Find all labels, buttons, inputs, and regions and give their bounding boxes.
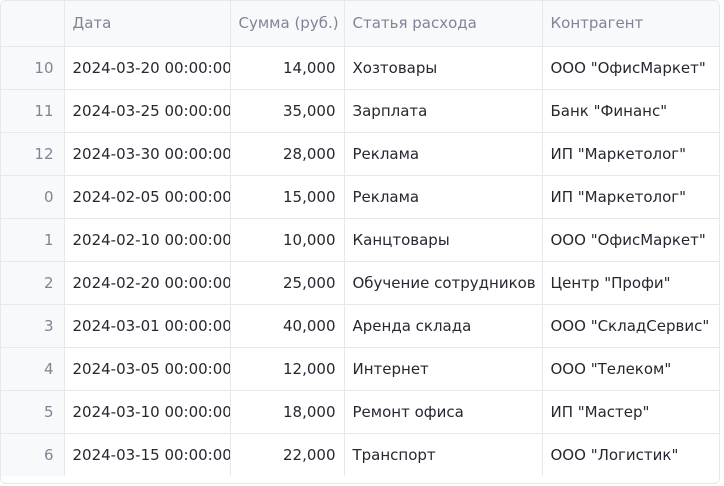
date-column-header[interactable]: Дата xyxy=(64,1,231,47)
amount-cell[interactable]: 40,000 xyxy=(230,304,345,348)
counterparty-cell[interactable]: ИП "Маркетолог" xyxy=(542,132,719,176)
date-cell[interactable]: 2024-03-30 00:00:00 xyxy=(64,132,231,176)
date-cell[interactable]: 2024-03-15 00:00:00 xyxy=(64,433,231,476)
date-cell[interactable]: 2024-03-20 00:00:00 xyxy=(64,46,231,90)
counterparty-cell[interactable]: ООО "Логистик" xyxy=(542,433,719,476)
row-index-cell: 11 xyxy=(1,89,65,133)
index-column-header xyxy=(1,1,65,47)
expense-item-cell[interactable]: Хозтовары xyxy=(344,46,543,90)
row-index-cell: 0 xyxy=(1,175,65,219)
expense-item-cell[interactable]: Обучение сотрудников xyxy=(344,261,543,305)
row-index-cell: 1 xyxy=(1,218,65,262)
table-row: 1 2024-02-10 00:00:00 10,000 Канцтовары … xyxy=(1,218,719,262)
table-body: 10 2024-03-20 00:00:00 14,000 Хозтовары … xyxy=(1,46,719,476)
amount-column-header[interactable]: Сумма (руб.) xyxy=(230,1,345,47)
expense-item-cell[interactable]: Реклама xyxy=(344,132,543,176)
counterparty-cell[interactable]: ООО "Телеком" xyxy=(542,347,719,391)
counterparty-cell[interactable]: ИП "Мастер" xyxy=(542,390,719,434)
table-row: 11 2024-03-25 00:00:00 35,000 Зарплата Б… xyxy=(1,89,719,133)
row-index-cell: 12 xyxy=(1,132,65,176)
date-cell[interactable]: 2024-03-25 00:00:00 xyxy=(64,89,231,133)
row-index-cell: 2 xyxy=(1,261,65,305)
amount-cell[interactable]: 22,000 xyxy=(230,433,345,476)
table-row: 4 2024-03-05 00:00:00 12,000 Интернет ОО… xyxy=(1,347,719,391)
table-row: 2 2024-02-20 00:00:00 25,000 Обучение со… xyxy=(1,261,719,305)
expense-item-cell[interactable]: Зарплата xyxy=(344,89,543,133)
row-index-cell: 3 xyxy=(1,304,65,348)
table-row: 10 2024-03-20 00:00:00 14,000 Хозтовары … xyxy=(1,46,719,90)
expense-item-column-header[interactable]: Статья расхода xyxy=(344,1,543,47)
counterparty-cell[interactable]: Банк "Финанс" xyxy=(542,89,719,133)
counterparty-cell[interactable]: ООО "ОфисМаркет" xyxy=(542,46,719,90)
expense-item-cell[interactable]: Интернет xyxy=(344,347,543,391)
table-row: 12 2024-03-30 00:00:00 28,000 Реклама ИП… xyxy=(1,132,719,176)
table-row: 3 2024-03-01 00:00:00 40,000 Аренда скла… xyxy=(1,304,719,348)
counterparty-cell[interactable]: Центр "Профи" xyxy=(542,261,719,305)
date-cell[interactable]: 2024-03-10 00:00:00 xyxy=(64,390,231,434)
table-row: 0 2024-02-05 00:00:00 15,000 Реклама ИП … xyxy=(1,175,719,219)
table-row: 6 2024-03-15 00:00:00 22,000 Транспорт О… xyxy=(1,433,719,476)
date-cell[interactable]: 2024-02-10 00:00:00 xyxy=(64,218,231,262)
amount-cell[interactable]: 18,000 xyxy=(230,390,345,434)
counterparty-cell[interactable]: ООО "ОфисМаркет" xyxy=(542,218,719,262)
date-cell[interactable]: 2024-03-05 00:00:00 xyxy=(64,347,231,391)
expenses-data-grid[interactable]: Дата Сумма (руб.) Статья расхода Контраг… xyxy=(0,0,720,484)
date-cell[interactable]: 2024-03-01 00:00:00 xyxy=(64,304,231,348)
counterparty-cell[interactable]: ИП "Маркетолог" xyxy=(542,175,719,219)
amount-cell[interactable]: 14,000 xyxy=(230,46,345,90)
expense-item-cell[interactable]: Ремонт офиса xyxy=(344,390,543,434)
amount-cell[interactable]: 10,000 xyxy=(230,218,345,262)
row-index-cell: 4 xyxy=(1,347,65,391)
amount-cell[interactable]: 25,000 xyxy=(230,261,345,305)
counterparty-cell[interactable]: ООО "СкладСервис" xyxy=(542,304,719,348)
expense-item-cell[interactable]: Аренда склада xyxy=(344,304,543,348)
expense-item-cell[interactable]: Канцтовары xyxy=(344,218,543,262)
counterparty-column-header[interactable]: Контрагент xyxy=(542,1,719,47)
header-row: Дата Сумма (руб.) Статья расхода Контраг… xyxy=(1,1,719,47)
table-row: 5 2024-03-10 00:00:00 18,000 Ремонт офис… xyxy=(1,390,719,434)
expense-item-cell[interactable]: Реклама xyxy=(344,175,543,219)
amount-cell[interactable]: 28,000 xyxy=(230,132,345,176)
expense-item-cell[interactable]: Транспорт xyxy=(344,433,543,476)
amount-cell[interactable]: 12,000 xyxy=(230,347,345,391)
date-cell[interactable]: 2024-02-05 00:00:00 xyxy=(64,175,231,219)
expenses-table: Дата Сумма (руб.) Статья расхода Контраг… xyxy=(1,1,719,476)
row-index-cell: 10 xyxy=(1,46,65,90)
row-index-cell: 5 xyxy=(1,390,65,434)
date-cell[interactable]: 2024-02-20 00:00:00 xyxy=(64,261,231,305)
amount-cell[interactable]: 35,000 xyxy=(230,89,345,133)
row-index-cell: 6 xyxy=(1,433,65,476)
amount-cell[interactable]: 15,000 xyxy=(230,175,345,219)
